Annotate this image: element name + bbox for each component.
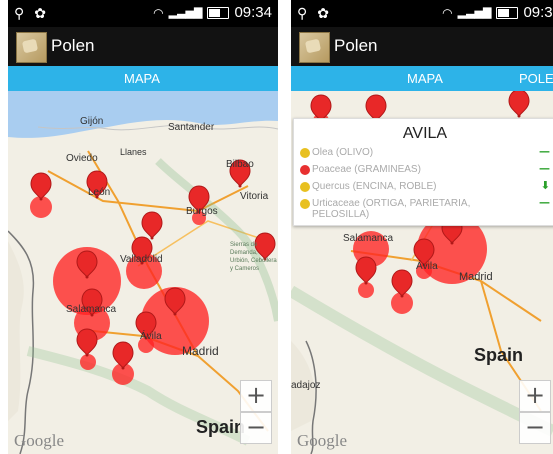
left-screen: ⚲ ✿ ◠ ▂▃▅▇ 09:34 Polen MAPA Gijón Santan…: [8, 0, 278, 454]
wifi-icon: ◠: [153, 5, 164, 20]
usb-icon: ⚲: [297, 5, 308, 21]
app-title: Polen: [51, 36, 95, 55]
city-label: León: [88, 187, 111, 198]
trend-down-icon: ⬇: [540, 179, 550, 192]
map-marker: [112, 341, 134, 370]
trend-stable-icon: —: [539, 196, 550, 209]
city-label: Valladolid: [120, 254, 163, 265]
debug-icon: ✿: [317, 5, 329, 21]
pollen-item: Urticaceae (ORTIGA, PARIETARIA, PELOSILL…: [300, 198, 490, 220]
pollen-item: Olea (OLIVO): [300, 147, 373, 158]
trend-stable-icon: —: [539, 162, 550, 175]
station-popup[interactable]: AVILA Olea (OLIVO) Poaceae (GRAMINEAS) Q…: [293, 118, 553, 226]
debug-icon: ✿: [34, 5, 46, 21]
notification-icons: ⚲ ✿: [14, 5, 46, 22]
country-label: Spain: [474, 345, 524, 365]
city-label: Bilbao: [226, 159, 254, 170]
tab-bar: MAPA POLEN: [291, 66, 553, 91]
tab-mapa[interactable]: MAPA: [124, 71, 160, 86]
zoom-out-button[interactable]: −: [240, 412, 272, 444]
pollen-name: Olea (OLIVO): [312, 147, 374, 158]
city-label: Ávila: [140, 331, 162, 342]
city-label: Madrid: [459, 271, 493, 283]
city-label: Llanes: [120, 147, 147, 157]
zoom-in-button[interactable]: +: [519, 380, 551, 412]
pollen-name: Poaceae (GRAMINEAS): [312, 164, 421, 175]
city-label: Madrid: [182, 344, 219, 358]
action-bar: Polen: [291, 27, 553, 66]
map-view[interactable]: Salamanca Ávila Madrid adajoz Spain Goog…: [291, 91, 553, 454]
tab-bar: MAPA: [8, 66, 278, 91]
right-screen: ⚲✿ ◠ ▂▃▅▇ 09:35 Polen MAPA POLEN: [291, 0, 553, 454]
action-bar: Polen: [8, 27, 278, 66]
zoom-in-button[interactable]: +: [240, 380, 272, 412]
clock: 09:35: [523, 4, 553, 21]
status-bar: ⚲✿ ◠ ▂▃▅▇ 09:35: [291, 0, 553, 27]
tab-mapa[interactable]: MAPA: [407, 71, 443, 86]
city-label: Oviedo: [66, 153, 98, 164]
status-icons: ◠ ▂▃▅▇ 09:35: [442, 4, 553, 21]
city-label: Ávila: [416, 261, 438, 272]
pollen-item: Poaceae (GRAMINEAS): [300, 164, 421, 175]
pollen-name: Quercus (ENCINA, ROBLE): [312, 181, 437, 192]
map-marker: [76, 250, 98, 279]
city-label: Santander: [168, 122, 215, 133]
map-view[interactable]: Gijón Santander Oviedo Llanes Bilbao Leó…: [8, 91, 278, 454]
city-label: Salamanca: [343, 233, 394, 244]
trend-stable-icon: —: [539, 145, 550, 158]
google-logo: Google: [14, 431, 65, 450]
signal-icon: ▂▃▅▇: [168, 7, 203, 19]
map-marker: [76, 328, 98, 357]
country-label: Spain: [196, 417, 246, 437]
battery-icon: [207, 6, 230, 19]
tab-polen[interactable]: POLEN: [519, 71, 553, 86]
city-label: Burgos: [186, 206, 218, 217]
level-dot: [300, 199, 310, 209]
notification-icons: ⚲ ✿: [297, 5, 329, 22]
map-marker: [508, 91, 530, 118]
google-logo: Google: [297, 431, 348, 450]
pollen-name: Urticaceae (ORTIGA, PARIETARIA, PELOSILL…: [312, 198, 471, 220]
city-label: Gijón: [80, 116, 104, 127]
app-icon[interactable]: [16, 32, 47, 63]
status-bar: ⚲ ✿ ◠ ▂▃▅▇ 09:34: [8, 0, 278, 27]
level-dot: [300, 182, 310, 192]
popup-title: AVILA: [402, 125, 448, 142]
map-marker: [141, 211, 163, 240]
city-label: adajoz: [291, 380, 321, 391]
city-label: Vitoria: [240, 191, 269, 202]
map-marker: [164, 287, 186, 316]
map-marker: [355, 256, 377, 285]
app-title: Polen: [334, 36, 378, 55]
status-icons: ◠ ▂▃▅▇ 09:34: [153, 4, 272, 21]
clock: 09:34: [234, 4, 272, 21]
map-marker: [30, 172, 52, 201]
pollen-item: Quercus (ENCINA, ROBLE): [300, 181, 436, 192]
city-label: Sierras de Demanda, Urbión, Cebollera y …: [230, 242, 277, 272]
app-icon[interactable]: [299, 32, 330, 63]
map-marker: [391, 269, 413, 298]
zoom-out-button[interactable]: −: [519, 412, 551, 444]
battery-icon: [496, 6, 519, 19]
city-label: Salamanca: [66, 304, 117, 315]
wifi-icon: ◠: [442, 5, 453, 20]
usb-icon: ⚲: [14, 5, 25, 21]
level-dot: [300, 165, 310, 175]
signal-icon: ▂▃▅▇: [457, 7, 492, 19]
level-dot: [300, 148, 310, 158]
